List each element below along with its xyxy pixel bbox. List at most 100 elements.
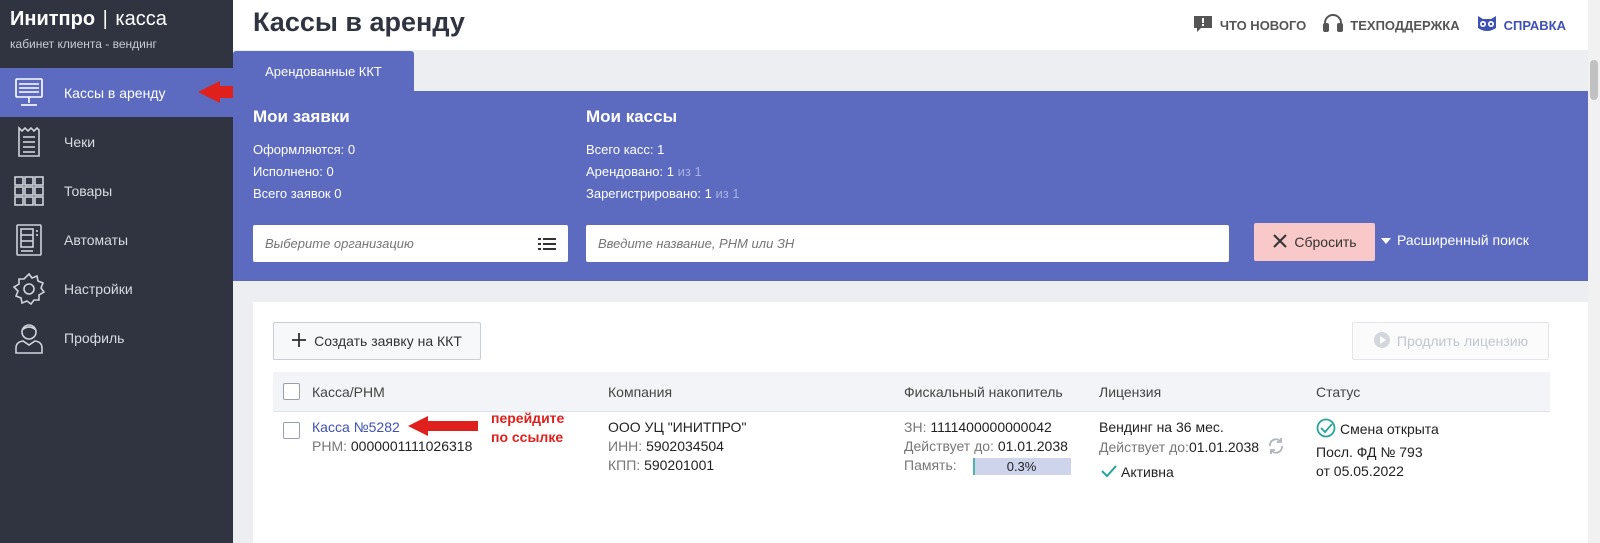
fn-cell: ЗН: 1111400000000042 Действует до: 01.01…	[904, 418, 1071, 475]
annotation-arrow-link	[408, 416, 478, 436]
kpp-line: КПП: 590201001	[608, 456, 746, 475]
tab-rented-kkt[interactable]: Арендованные ККТ	[233, 51, 414, 91]
check-icon	[1101, 464, 1117, 483]
kassas-title: Мои кассы	[586, 107, 678, 126]
inn-line: ИНН: 5902034504	[608, 437, 746, 456]
page-scrollbar[interactable]	[1588, 0, 1600, 543]
top-header: Кассы в аренду ЧТО НОВОГО ТЕХПОДДЕРЖКА С…	[233, 0, 1600, 50]
create-request-label: Создать заявку на ККТ	[314, 333, 462, 349]
fn-valid-value: 01.01.2038	[997, 438, 1068, 454]
extend-license-button[interactable]: Продлить лицензию	[1352, 322, 1549, 360]
create-request-button[interactable]: Создать заявку на ККТ	[273, 322, 481, 360]
headset-icon	[1322, 14, 1344, 37]
annotation-note: перейдите по ссылке	[491, 409, 564, 447]
shift-status: Смена открыта	[1340, 421, 1439, 438]
requests-done: Исполнено: 0	[253, 164, 334, 179]
sidebar-item-label: Настройки	[64, 280, 133, 297]
license-valid-value: 01.01.2038	[1188, 439, 1260, 456]
brand-name: Инитпро	[10, 8, 96, 30]
license-state-line: Активна	[1099, 463, 1285, 483]
brand-logo[interactable]: Инитпро | касса	[10, 8, 167, 31]
company-cell: ООО УЦ "ИНИТПРО" ИНН: 5902034504 КПП: 59…	[608, 418, 746, 475]
sidebar-item-label: Автоматы	[64, 231, 129, 248]
requests-total: Всего заявок 0	[253, 186, 342, 201]
kpp-value: 590201001	[644, 457, 715, 473]
requests-in-progress: Оформляются: 0	[253, 142, 356, 157]
kassas-rented-value: Арендовано: 1	[586, 164, 674, 179]
help-link[interactable]: СПРАВКА	[1476, 14, 1566, 37]
cash-register-icon	[12, 76, 46, 110]
license-valid-line: Действует до:01.01.2038	[1099, 437, 1285, 460]
caret-down-icon	[1381, 232, 1391, 248]
vending-machine-icon	[12, 223, 46, 257]
sidebar-item-nastroyki[interactable]: Настройки	[0, 264, 233, 313]
receipt-icon	[12, 125, 46, 159]
shift-status-line: Смена открыта	[1316, 418, 1439, 443]
column-header-fn[interactable]: Фискальный накопитель	[904, 384, 1063, 400]
page-title: Кассы в аренду	[253, 7, 465, 37]
company-name: ООО УЦ "ИНИТПРО"	[608, 419, 747, 435]
zn-line: ЗН: 1111400000000042	[904, 418, 1071, 437]
kassas-registered-value: Зарегистрировано: 1	[586, 186, 712, 201]
sidebar-item-label: Кассы в аренду	[64, 84, 166, 101]
search-field[interactable]	[586, 225, 1229, 262]
kassas-summary: Мои кассы Всего касс: 1 Арендовано: 1 из…	[586, 107, 740, 205]
advanced-search-label: Расширенный поиск	[1397, 232, 1529, 248]
last-fd: Посл. ФД № 793	[1316, 444, 1423, 460]
status-cell: Смена открыта Посл. ФД № 793 от 05.05.20…	[1316, 418, 1439, 481]
organization-select[interactable]	[253, 225, 568, 262]
kassas-total: Всего касс: 1	[586, 142, 665, 157]
whats-new-label: ЧТО НОВОГО	[1219, 18, 1307, 33]
license-name: Вендинг на 36 мес.	[1099, 419, 1224, 435]
extend-license-label: Продлить лицензию	[1396, 333, 1529, 349]
requests-title: Мои заявки	[253, 107, 350, 126]
sidebar-item-label: Чеки	[64, 133, 96, 150]
column-header-company[interactable]: Компания	[608, 384, 672, 400]
list-icon[interactable]	[538, 237, 556, 251]
annotation-line-2: по ссылке	[491, 429, 564, 445]
zn-label: ЗН:	[904, 419, 927, 435]
support-label: ТЕХПОДДЕРЖКА	[1350, 18, 1460, 33]
zn-value: 1111400000000042	[930, 419, 1052, 435]
grid-icon	[12, 174, 46, 208]
close-icon	[1272, 233, 1288, 252]
column-header-kassa[interactable]: Касса/РНМ	[312, 384, 385, 400]
fn-valid-label: Действует до:	[904, 438, 994, 454]
row-checkbox[interactable]	[283, 422, 300, 439]
owl-icon	[1476, 14, 1498, 37]
refresh-icon[interactable]	[1267, 437, 1285, 460]
sidebar-nav: Кассы в аренду Чеки Товары Автоматы Наст…	[0, 68, 233, 362]
reset-button[interactable]: Сбросить	[1254, 223, 1375, 261]
scrollbar-thumb[interactable]	[1590, 60, 1598, 100]
inn-label: ИНН:	[608, 438, 643, 454]
whats-new-link[interactable]: ЧТО НОВОГО	[1192, 14, 1306, 37]
check-circle-icon	[1316, 418, 1336, 443]
sidebar-item-label: Товары	[64, 182, 113, 199]
sidebar-item-tovary[interactable]: Товары	[0, 166, 233, 215]
sidebar-item-cheki[interactable]: Чеки	[0, 117, 233, 166]
sidebar-item-avtomaty[interactable]: Автоматы	[0, 215, 233, 264]
memory-label: Память:	[904, 457, 957, 473]
memory-progress-bar: 0.3%	[972, 457, 1071, 475]
user-icon	[12, 321, 46, 355]
column-header-status[interactable]: Статус	[1316, 384, 1360, 400]
rnm-line: РНМ: 0000001111026318	[312, 437, 472, 456]
summary-panel: Мои заявки Оформляются: 0 Исполнено: 0 В…	[233, 91, 1588, 281]
sidebar-item-profil[interactable]: Профиль	[0, 313, 233, 362]
column-header-license[interactable]: Лицензия	[1099, 384, 1161, 400]
organization-input[interactable]	[253, 225, 568, 262]
memory-progress-text: 0.3%	[1006, 458, 1037, 474]
help-label: СПРАВКА	[1503, 18, 1566, 33]
header-links: ЧТО НОВОГО ТЕХПОДДЕРЖКА СПРАВКА	[1192, 14, 1566, 37]
support-link[interactable]: ТЕХПОДДЕРЖКА	[1322, 14, 1460, 37]
brand-product: касса	[115, 8, 167, 30]
megaphone-icon	[1192, 14, 1214, 37]
advanced-search-toggle[interactable]: Расширенный поиск	[1381, 232, 1529, 248]
search-input[interactable]	[586, 225, 1229, 262]
select-all-checkbox[interactable]	[283, 383, 300, 400]
requests-summary: Мои заявки Оформляются: 0 Исполнено: 0 В…	[253, 107, 355, 205]
rnm-value: 0000001111026318	[350, 438, 473, 454]
fn-valid-line: Действует до: 01.01.2038	[904, 437, 1071, 456]
reset-label: Сбросить	[1294, 234, 1357, 250]
kassas-registered: Зарегистрировано: 1 из 1	[586, 183, 740, 205]
